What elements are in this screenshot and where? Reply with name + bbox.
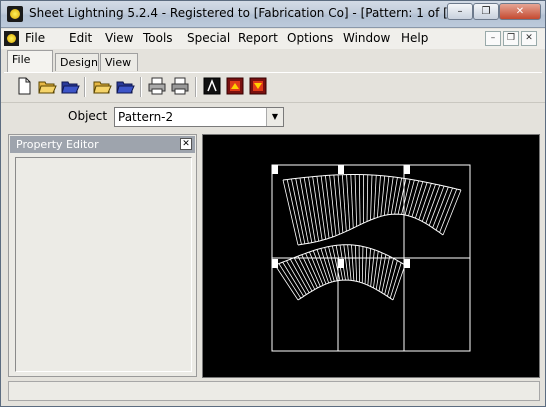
- object-bar: Object Pattern-2 ▼: [1, 102, 545, 131]
- ribbon-tabs: File Design View: [1, 50, 545, 72]
- menu-help[interactable]: Help: [401, 31, 428, 45]
- new-document-icon[interactable]: [14, 76, 34, 96]
- mdi-restore-button[interactable]: ❐: [503, 31, 519, 46]
- menu-view[interactable]: View: [105, 31, 133, 45]
- export-icon[interactable]: [248, 76, 268, 96]
- property-editor-header: Property Editor ✕: [10, 136, 195, 153]
- object-select-value: Pattern-2: [118, 110, 174, 124]
- close-button[interactable]: ✕: [499, 3, 541, 20]
- toolbar-separator: [84, 77, 86, 97]
- chevron-down-icon[interactable]: ▼: [266, 108, 283, 126]
- pattern-drawing: [271, 164, 471, 352]
- print-icon[interactable]: [147, 76, 167, 96]
- app-window: Sheet Lightning 5.2.4 - Registered to [F…: [0, 0, 546, 407]
- open-folder-icon[interactable]: [37, 76, 57, 96]
- print-setup-icon[interactable]: [170, 76, 190, 96]
- minimize-button[interactable]: –: [447, 3, 473, 20]
- tab-view[interactable]: View: [100, 53, 138, 71]
- document-icon[interactable]: [4, 31, 19, 46]
- tab-file[interactable]: File: [7, 50, 53, 72]
- property-editor-body[interactable]: [15, 157, 192, 372]
- toolbar: [4, 72, 542, 101]
- open-pattern-icon[interactable]: [92, 76, 112, 96]
- menu-report[interactable]: Report: [238, 31, 278, 45]
- maximize-button[interactable]: ❐: [473, 3, 499, 20]
- close-icon[interactable]: ✕: [180, 138, 192, 150]
- object-label: Object: [68, 109, 108, 123]
- window-title: Sheet Lightning 5.2.4 - Registered to [F…: [29, 6, 495, 20]
- save-icon[interactable]: [60, 76, 80, 96]
- app-icon[interactable]: [7, 6, 23, 22]
- pattern-piece-2: [274, 244, 406, 301]
- save-pattern-icon[interactable]: [115, 76, 135, 96]
- menu-window[interactable]: Window: [343, 31, 390, 45]
- pattern-piece-1: [282, 174, 462, 246]
- property-editor-panel: Property Editor ✕: [8, 134, 197, 377]
- object-select[interactable]: Pattern-2 ▼: [114, 107, 284, 127]
- tab-design[interactable]: Design: [55, 53, 99, 71]
- menu-edit[interactable]: Edit: [69, 31, 92, 45]
- mdi-close-button[interactable]: ✕: [521, 31, 537, 46]
- toolbar-separator: [140, 77, 142, 97]
- menu-tools[interactable]: Tools: [143, 31, 173, 45]
- sheet-grid: [271, 164, 471, 352]
- export-dxf-icon[interactable]: [202, 76, 222, 96]
- status-bar: [8, 381, 540, 401]
- mdi-minimize-button[interactable]: –: [485, 31, 501, 46]
- menu-special[interactable]: Special: [187, 31, 230, 45]
- property-editor-title: Property Editor: [16, 138, 99, 151]
- import-icon[interactable]: [225, 76, 245, 96]
- toolbar-separator: [195, 77, 197, 97]
- menu-options[interactable]: Options: [287, 31, 333, 45]
- title-bar[interactable]: Sheet Lightning 5.2.4 - Registered to [F…: [1, 1, 545, 28]
- menu-file[interactable]: File: [25, 31, 45, 45]
- drawing-canvas[interactable]: [202, 134, 540, 378]
- menu-bar: File Edit View Tools Special Report Opti…: [1, 29, 545, 49]
